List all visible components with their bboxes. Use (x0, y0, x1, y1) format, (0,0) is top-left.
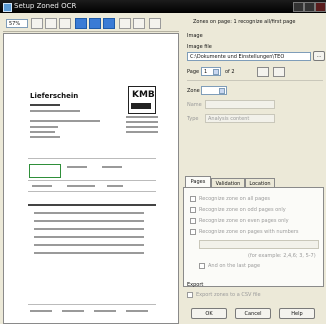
footer-text (62, 310, 84, 312)
text-line (126, 126, 158, 128)
text-line (30, 104, 60, 106)
maximize-button[interactable] (304, 2, 315, 12)
zone-type-select[interactable]: Analysis content (205, 114, 275, 123)
page-label: Page (187, 69, 200, 75)
help-button[interactable]: Help (279, 308, 315, 319)
settings-panel: Zones on page: 1 recognize all/first pag… (183, 16, 326, 324)
next-page-icon[interactable] (273, 67, 285, 77)
footer-text (126, 310, 148, 312)
footer-line (28, 304, 156, 305)
company-logo: KMB (128, 86, 156, 114)
footer-text (94, 310, 116, 312)
zone-label: Zone (187, 88, 200, 94)
logo-bar (131, 103, 151, 109)
document-page: Lieferschein KMB (22, 74, 162, 323)
table-header (28, 204, 156, 206)
table-row (34, 220, 144, 222)
chevron-down-icon (219, 88, 225, 94)
image-section-label: Image (187, 33, 203, 39)
page-numbers-input[interactable] (199, 240, 319, 249)
document-preview[interactable]: Lieferschein KMB (3, 33, 179, 324)
text-line (67, 185, 95, 187)
minimize-button[interactable] (293, 2, 304, 12)
select-zone-icon[interactable] (75, 18, 87, 29)
app-icon (3, 3, 12, 12)
option-odd-pages-label: Recognize zone on odd pages only (199, 207, 286, 213)
footer-text (30, 310, 52, 312)
prev-page-icon[interactable] (257, 67, 269, 77)
preview-toolbar: 57% (3, 16, 179, 32)
close-button[interactable] (315, 2, 326, 12)
dialog-window: Setup Zoned OCR 57% Lieferschein KMB Zon… (0, 0, 326, 324)
page-select[interactable]: 1 (201, 67, 221, 76)
zoom-select[interactable]: 57% (6, 19, 28, 28)
text-line (126, 116, 158, 118)
text-line (30, 131, 55, 133)
pages-tab-panel: Recognize zone on all pages Recognize zo… (183, 187, 324, 287)
option-all-pages-label: Recognize zone on all pages (199, 196, 271, 202)
text-line (126, 121, 158, 123)
last-page-checkbox[interactable] (199, 263, 205, 269)
option-even-pages-checkbox[interactable] (190, 218, 196, 224)
divider (187, 80, 323, 81)
table-border (28, 180, 156, 181)
zoom-in-icon[interactable] (31, 18, 43, 29)
browse-button[interactable]: ... (313, 51, 325, 61)
name-label: Name (187, 102, 202, 108)
image-file-input[interactable]: C:\Dokumente und Einstellungen\TEO (187, 52, 311, 61)
zoom-out-icon[interactable] (45, 18, 57, 29)
grid-icon[interactable] (149, 18, 161, 29)
option-numbered-pages-label: Recognize zone on pages with numbers (199, 229, 299, 235)
zones-header: Zones on page: 1 recognize all/first pag… (193, 19, 296, 25)
properties-icon[interactable] (133, 18, 145, 29)
page-value: 1 (204, 69, 208, 75)
cancel-button[interactable]: Cancel (235, 308, 271, 319)
text-line (67, 166, 87, 168)
option-odd-pages-checkbox[interactable] (190, 207, 196, 213)
table-border (28, 191, 156, 192)
last-page-label: And on the last page (208, 263, 261, 269)
image-file-label: Image file (187, 44, 212, 50)
logo-text: KMB (132, 90, 155, 100)
table-border (28, 158, 156, 159)
text-line (30, 126, 58, 128)
export-section-label: Export (187, 282, 204, 288)
delete-zone-icon[interactable] (119, 18, 131, 29)
document-title: Lieferschein (30, 92, 79, 100)
option-even-pages-label: Recognize zone on even pages only (199, 218, 289, 224)
text-line (30, 136, 60, 138)
chevron-down-icon (213, 69, 219, 75)
fit-page-icon[interactable] (59, 18, 71, 29)
page-count: of 2 (225, 69, 235, 75)
table-row (34, 212, 144, 214)
text-line (107, 185, 123, 187)
zone-highlight[interactable] (29, 164, 61, 178)
type-label: Type (187, 116, 199, 122)
export-csv-checkbox[interactable] (187, 292, 193, 298)
ok-button[interactable]: OK (191, 308, 227, 319)
text-line (30, 120, 100, 122)
draw-zone-icon[interactable] (89, 18, 101, 29)
zone-name-input[interactable] (205, 100, 275, 109)
zone-select[interactable] (201, 86, 227, 95)
example-hint: (for example: 2,4,6; 3, 5-7) (248, 253, 316, 259)
text-line (32, 185, 52, 187)
export-csv-label: Export zones to a CSV file (196, 292, 261, 298)
title-bar: Setup Zoned OCR (0, 0, 326, 13)
table-row (34, 252, 144, 254)
table-row (34, 244, 144, 246)
table-row (34, 236, 144, 238)
option-all-pages-checkbox[interactable] (190, 196, 196, 202)
text-line (102, 166, 122, 168)
option-numbered-pages-checkbox[interactable] (190, 229, 196, 235)
move-zone-icon[interactable] (103, 18, 115, 29)
table-row (34, 228, 144, 230)
window-title: Setup Zoned OCR (14, 2, 77, 10)
text-line (126, 131, 158, 133)
text-line (30, 110, 80, 112)
